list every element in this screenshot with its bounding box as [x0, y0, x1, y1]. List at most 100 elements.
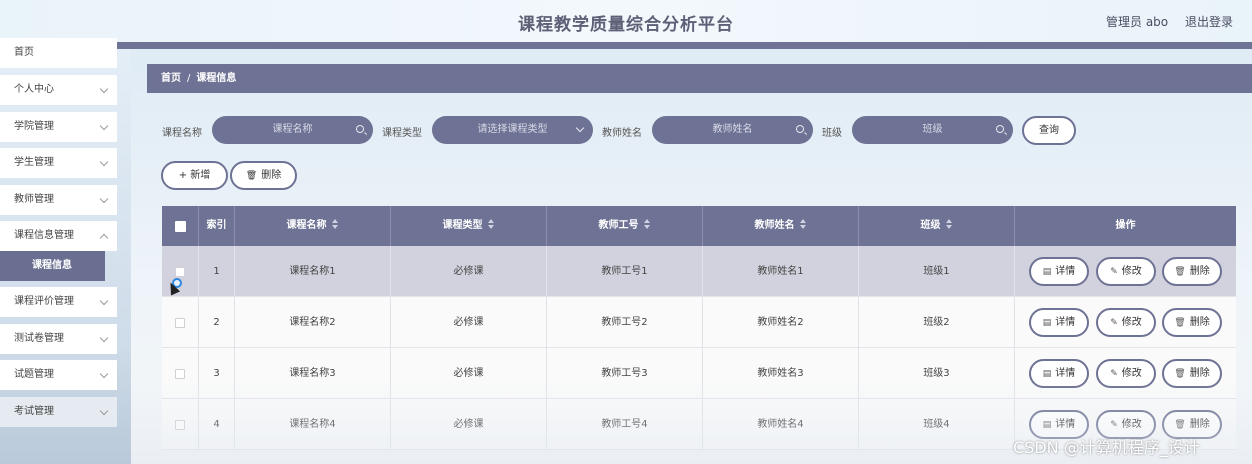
- header-class[interactable]: 班级: [859, 206, 1015, 246]
- header-course-name[interactable]: 课程名称: [235, 206, 391, 246]
- table-row[interactable]: 2 课程名称2 必修课 教师工号2 教师姓名2 班级2 ▤ 详情 ✎ 修改 🗑 删除: [162, 297, 1236, 348]
- edit-button[interactable]: ✎ 修改: [1096, 257, 1156, 286]
- trash-icon: 🗑: [1174, 267, 1186, 277]
- trash-icon: 🗑: [1174, 369, 1186, 379]
- detail-label: 详情: [1055, 368, 1076, 379]
- header-course-type[interactable]: 课程类型: [391, 206, 547, 246]
- sidebar-item-label: 首页: [14, 47, 34, 58]
- cell-class: 班级1: [859, 246, 1015, 297]
- select-all-checkbox[interactable]: [175, 221, 186, 232]
- header-teacher-no[interactable]: 教师工号: [547, 206, 703, 246]
- course-type-placeholder: 请选择课程类型: [477, 124, 548, 135]
- detail-label: 详情: [1055, 266, 1076, 277]
- sidebar-item-label: 教师管理: [14, 194, 54, 205]
- cell-actions: ▤ 详情 ✎ 修改 🗑 删除: [1015, 246, 1236, 297]
- detail-button[interactable]: ▤ 详情: [1029, 308, 1089, 337]
- sidebar-item-label: 试题管理: [14, 369, 54, 380]
- breadcrumb-separator: /: [187, 73, 191, 84]
- detail-label: 详情: [1055, 317, 1076, 328]
- cell-class: 班级2: [859, 297, 1015, 348]
- pencil-icon: ✎: [1110, 369, 1118, 379]
- cell-teacher-name: 教师姓名3: [703, 348, 859, 399]
- sort-icon[interactable]: [487, 219, 495, 229]
- sort-icon[interactable]: [643, 219, 651, 229]
- document-icon: ▤: [1042, 267, 1052, 277]
- class-input[interactable]: 班级: [852, 116, 1013, 144]
- row-checkbox[interactable]: [175, 318, 185, 328]
- query-button[interactable]: 查询: [1022, 116, 1076, 145]
- sidebar-item-test-papers[interactable]: 测试卷管理: [0, 324, 117, 354]
- detail-label: 详情: [1055, 419, 1076, 430]
- watermark: CSDN @计算机程序_设计: [1013, 438, 1200, 457]
- trash-icon: 🗑: [1174, 318, 1186, 328]
- sidebar-item-label: 课程评价管理: [14, 296, 74, 307]
- edit-button[interactable]: ✎ 修改: [1096, 359, 1156, 388]
- cell-class: 班级3: [859, 348, 1015, 399]
- sort-icon[interactable]: [945, 219, 953, 229]
- cell-course-type: 必修课: [391, 348, 547, 399]
- cell-course-name: 课程名称4: [235, 399, 391, 450]
- edit-label: 修改: [1121, 368, 1142, 379]
- chevron-down-icon: [99, 84, 109, 94]
- sidebar-item-personal-center[interactable]: 个人中心: [0, 75, 117, 105]
- sort-icon[interactable]: [331, 219, 339, 229]
- header-label: 教师姓名: [754, 220, 795, 231]
- row-checkbox[interactable]: [175, 420, 185, 430]
- sidebar-item-questions[interactable]: 试题管理: [0, 360, 117, 390]
- row-select-cell: [162, 297, 199, 348]
- course-name-input[interactable]: 课程名称: [212, 116, 373, 144]
- cell-index: 2: [199, 297, 235, 348]
- document-icon: ▤: [1042, 318, 1052, 328]
- delete-label: 删除: [1189, 368, 1210, 379]
- sidebar-item-label: 学生管理: [14, 157, 54, 168]
- sidebar-item-label: 学院管理: [14, 121, 54, 132]
- delete-label: 删除: [1189, 317, 1210, 328]
- delete-button[interactable]: 🗑 删除: [1162, 359, 1222, 388]
- cell-teacher-no: 教师工号1: [547, 246, 703, 297]
- detail-button[interactable]: ▤ 详情: [1029, 359, 1089, 388]
- table-row[interactable]: 1 课程名称1 必修课 教师工号1 教师姓名1 班级1 ▤ 详情 ✎ 修改 🗑 删除: [162, 246, 1236, 297]
- delete-button[interactable]: 🗑 删除: [1162, 257, 1222, 286]
- row-checkbox[interactable]: [175, 369, 185, 379]
- cell-teacher-no: 教师工号2: [547, 297, 703, 348]
- sidebar-item-label: 测试卷管理: [14, 333, 64, 344]
- row-select-cell: [162, 348, 199, 399]
- sidebar-item-teachers[interactable]: 教师管理: [0, 185, 117, 215]
- sidebar-item-students[interactable]: 学生管理: [0, 148, 117, 178]
- edit-label: 修改: [1121, 419, 1142, 430]
- batch-delete-button[interactable]: 🗑 删除: [230, 161, 297, 190]
- add-button[interactable]: + 新增: [161, 161, 228, 190]
- breadcrumb-current: 课程信息: [196, 73, 237, 84]
- chevron-down-icon: [99, 333, 109, 343]
- search-icon: [796, 125, 804, 133]
- sort-icon[interactable]: [799, 219, 807, 229]
- sidebar-subitem-course-info[interactable]: 课程信息: [0, 251, 105, 281]
- sidebar-item-exams[interactable]: 考试管理: [0, 397, 117, 427]
- pencil-icon: ✎: [1110, 318, 1118, 328]
- sidebar-item-course-evaluation[interactable]: 课程评价管理: [0, 287, 117, 317]
- class-label: 班级: [822, 128, 842, 139]
- edit-button[interactable]: ✎ 修改: [1096, 308, 1156, 337]
- table-row[interactable]: 3 课程名称3 必修课 教师工号3 教师姓名3 班级3 ▤ 详情 ✎ 修改 🗑 删除: [162, 348, 1236, 399]
- batch-delete-label: 删除: [261, 170, 282, 181]
- sidebar-item-home[interactable]: 首页: [0, 38, 117, 68]
- delete-button[interactable]: 🗑 删除: [1162, 308, 1222, 337]
- course-type-select[interactable]: 请选择课程类型: [432, 116, 593, 144]
- admin-label: 管理员 abo: [1106, 15, 1169, 29]
- table-header: 索引 课程名称 课程类型 教师工号 教师姓名 班级 操作: [162, 206, 1236, 246]
- logout-link[interactable]: 退出登录: [1185, 13, 1233, 30]
- row-checkbox[interactable]: [175, 267, 185, 277]
- search-icon: [996, 125, 1004, 133]
- chevron-down-icon: [99, 369, 109, 379]
- teacher-name-input[interactable]: 教师姓名: [652, 116, 813, 144]
- sidebar-item-course-info[interactable]: 课程信息管理: [0, 221, 117, 251]
- document-icon: ▤: [1042, 369, 1052, 379]
- breadcrumb-home[interactable]: 首页: [161, 73, 181, 84]
- delete-label: 删除: [1189, 419, 1210, 430]
- course-type-label: 课程类型: [382, 128, 422, 139]
- chevron-down-icon: [99, 121, 109, 131]
- header-teacher-name[interactable]: 教师姓名: [703, 206, 859, 246]
- sidebar-item-college[interactable]: 学院管理: [0, 112, 117, 142]
- breadcrumb: 首页 / 课程信息: [147, 64, 1252, 93]
- detail-button[interactable]: ▤ 详情: [1029, 257, 1089, 286]
